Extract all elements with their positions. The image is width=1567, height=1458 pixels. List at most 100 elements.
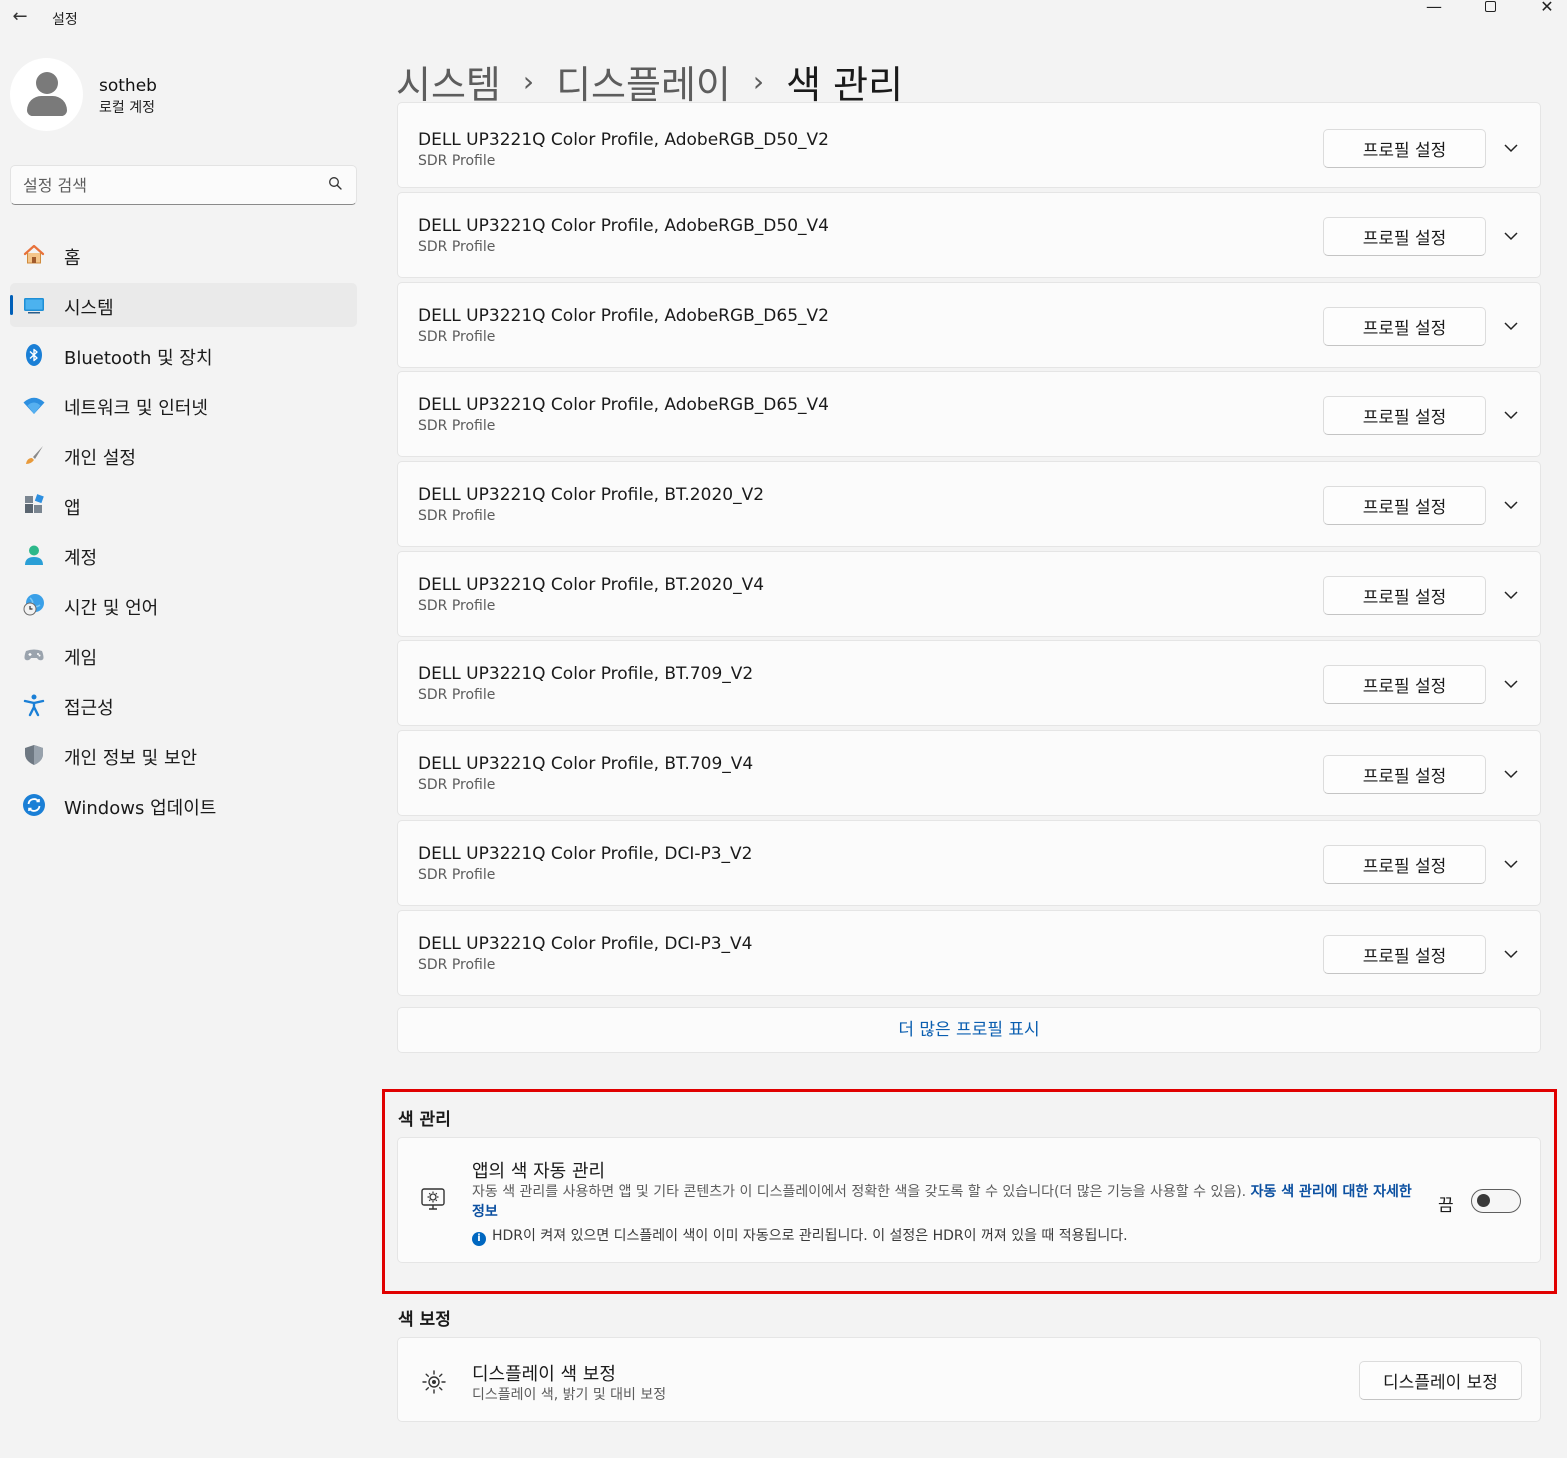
profile-name: DELL UP3221Q Color Profile, DCI-P3_V4 <box>418 934 753 954</box>
auto-color-management-title: 앱의 색 자동 관리 <box>472 1161 606 1182</box>
chevron-down-icon[interactable] <box>1502 675 1520 693</box>
nav-label: 게임 <box>64 648 98 669</box>
profile-name: DELL UP3221Q Color Profile, BT.2020_V2 <box>418 485 765 505</box>
profile-row: DELL UP3221Q Color Profile, BT.2020_V2 S… <box>397 461 1541 547</box>
monitor-color-icon <box>421 1188 445 1210</box>
profile-row: DELL UP3221Q Color Profile, AdobeRGB_D65… <box>397 371 1541 457</box>
avatar-body <box>27 96 67 116</box>
breadcrumb-display[interactable]: 디스플레이 <box>556 63 731 107</box>
globe-clock-icon <box>23 594 44 616</box>
profile-settings-button[interactable]: 프로필 설정 <box>1323 576 1486 615</box>
chevron-down-icon[interactable] <box>1502 855 1520 873</box>
maximize-icon <box>1484 1 1496 12</box>
nav-item-home[interactable]: 홈 <box>10 233 357 277</box>
profile-name: DELL UP3221Q Color Profile, BT.2020_V4 <box>418 575 765 595</box>
chevron-down-icon[interactable] <box>1502 945 1520 963</box>
profile-type: SDR Profile <box>418 153 496 169</box>
nav-item-accounts[interactable]: 계정 <box>10 533 357 577</box>
profile-name: DELL UP3221Q Color Profile, AdobeRGB_D50… <box>418 216 829 236</box>
shield-icon <box>25 745 43 765</box>
back-button[interactable]: ← <box>8 6 32 30</box>
display-calibration-card: 디스플레이 색 보정 디스플레이 색, 밝기 및 대비 보정 디스플레이 보정 <box>397 1337 1541 1422</box>
account-icon <box>25 545 43 565</box>
maximize-button[interactable] <box>1470 0 1510 20</box>
app-title: 설정 <box>52 12 78 28</box>
nav-label: 홈 <box>64 248 81 269</box>
account-type: 로컬 계정 <box>99 100 155 116</box>
profile-type: SDR Profile <box>418 867 496 883</box>
hdr-info-text: HDR이 켜져 있으면 디스플레이 색이 이미 자동으로 관리됩니다. 이 설정… <box>492 1228 1128 1244</box>
search-input[interactable] <box>23 173 313 197</box>
nav-label: 네트워크 및 인터넷 <box>64 398 208 419</box>
nav-item-time-language[interactable]: 시간 및 언어 <box>10 583 357 627</box>
title-bar: ← 설정 — ✕ <box>0 0 1567 36</box>
profile-row: DELL UP3221Q Color Profile, BT.709_V2 SD… <box>397 640 1541 726</box>
nav-item-network[interactable]: 네트워크 및 인터넷 <box>10 383 357 427</box>
profile-settings-button[interactable]: 프로필 설정 <box>1323 755 1486 794</box>
home-icon <box>23 244 45 264</box>
profile-settings-button[interactable]: 프로필 설정 <box>1323 665 1486 704</box>
nav-label: 개인 설정 <box>64 448 136 469</box>
brush-icon <box>26 446 43 464</box>
profile-settings-button[interactable]: 프로필 설정 <box>1323 486 1486 525</box>
profile-settings-button[interactable]: 프로필 설정 <box>1323 845 1486 884</box>
nav-label: 앱 <box>64 498 81 519</box>
profile-type: SDR Profile <box>418 418 496 434</box>
user-name: sotheb <box>99 76 157 96</box>
search-icon[interactable] <box>328 176 342 190</box>
profile-settings-button[interactable]: 프로필 설정 <box>1323 129 1486 168</box>
chevron-down-icon[interactable] <box>1502 586 1520 604</box>
nav-item-system[interactable]: 시스템 <box>10 283 357 327</box>
profile-settings-button[interactable]: 프로필 설정 <box>1323 396 1486 435</box>
chevron-down-icon[interactable] <box>1502 227 1520 245</box>
nav-item-personalization[interactable]: 개인 설정 <box>10 433 357 477</box>
nav-item-gaming[interactable]: 게임 <box>10 633 357 677</box>
chevron-down-icon[interactable] <box>1502 496 1520 514</box>
display-calibration-title: 디스플레이 색 보정 <box>472 1364 616 1385</box>
nav-item-accessibility[interactable]: 접근성 <box>10 683 357 727</box>
toggle-state-label: 끔 <box>1438 1196 1454 1216</box>
minimize-button[interactable]: — <box>1414 0 1454 20</box>
bluetooth-icon <box>26 344 42 366</box>
breadcrumb-system[interactable]: 시스템 <box>396 63 501 107</box>
calibrate-display-button[interactable]: 디스플레이 보정 <box>1359 1361 1522 1400</box>
auto-color-management-toggle[interactable] <box>1471 1189 1521 1213</box>
chevron-down-icon[interactable] <box>1502 139 1520 157</box>
nav-item-apps[interactable]: 앱 <box>10 483 357 527</box>
profile-type: SDR Profile <box>418 957 496 973</box>
profile-row: DELL UP3221Q Color Profile, AdobeRGB_D50… <box>397 102 1541 188</box>
chevron-down-icon[interactable] <box>1502 765 1520 783</box>
chevron-down-icon[interactable] <box>1502 406 1520 424</box>
gamepad-icon <box>24 649 44 661</box>
nav-label: 개인 정보 및 보안 <box>64 748 198 769</box>
profile-type: SDR Profile <box>418 329 496 345</box>
profile-name: DELL UP3221Q Color Profile, AdobeRGB_D65… <box>418 395 829 415</box>
system-icon <box>24 298 44 314</box>
nav-label: 시간 및 언어 <box>64 598 159 619</box>
nav-item-bluetooth[interactable]: Bluetooth 및 장치 <box>10 333 357 377</box>
hdr-info: i HDR이 켜져 있으면 디스플레이 색이 이미 자동으로 관리됩니다. 이 설… <box>472 1225 1128 1246</box>
auto-color-management-description: 자동 색 관리를 사용하면 앱 및 기타 콘텐츠가 이 디스플레이에서 정확한 … <box>472 1182 1412 1222</box>
show-more-profiles-button[interactable]: 더 많은 프로필 표시 <box>397 1007 1541 1053</box>
profile-name: DELL UP3221Q Color Profile, BT.709_V4 <box>418 754 754 774</box>
profile-row: DELL UP3221Q Color Profile, DCI-P3_V2 SD… <box>397 820 1541 906</box>
toggle-knob <box>1477 1194 1490 1207</box>
profile-type: SDR Profile <box>418 687 496 703</box>
chevron-down-icon[interactable] <box>1502 317 1520 335</box>
search-box[interactable] <box>10 165 357 205</box>
avatar[interactable] <box>10 58 83 131</box>
chevron-right-icon: › <box>752 65 765 98</box>
apps-icon <box>25 494 44 513</box>
nav-item-privacy[interactable]: 개인 정보 및 보안 <box>10 733 357 777</box>
profile-name: DELL UP3221Q Color Profile, AdobeRGB_D65… <box>418 306 829 326</box>
profile-row: DELL UP3221Q Color Profile, BT.709_V4 SD… <box>397 730 1541 816</box>
section-title-color-calibration: 색 보정 <box>398 1310 451 1330</box>
nav-label: Windows 업데이트 <box>64 798 217 819</box>
close-button[interactable]: ✕ <box>1527 0 1567 20</box>
auto-color-management-card: 앱의 색 자동 관리 자동 색 관리를 사용하면 앱 및 기타 콘텐츠가 이 디… <box>397 1137 1541 1263</box>
nav-item-windows-update[interactable]: Windows 업데이트 <box>10 783 357 827</box>
profile-settings-button[interactable]: 프로필 설정 <box>1323 217 1486 256</box>
accessibility-icon <box>23 694 45 717</box>
profile-settings-button[interactable]: 프로필 설정 <box>1323 935 1486 974</box>
profile-settings-button[interactable]: 프로필 설정 <box>1323 307 1486 346</box>
